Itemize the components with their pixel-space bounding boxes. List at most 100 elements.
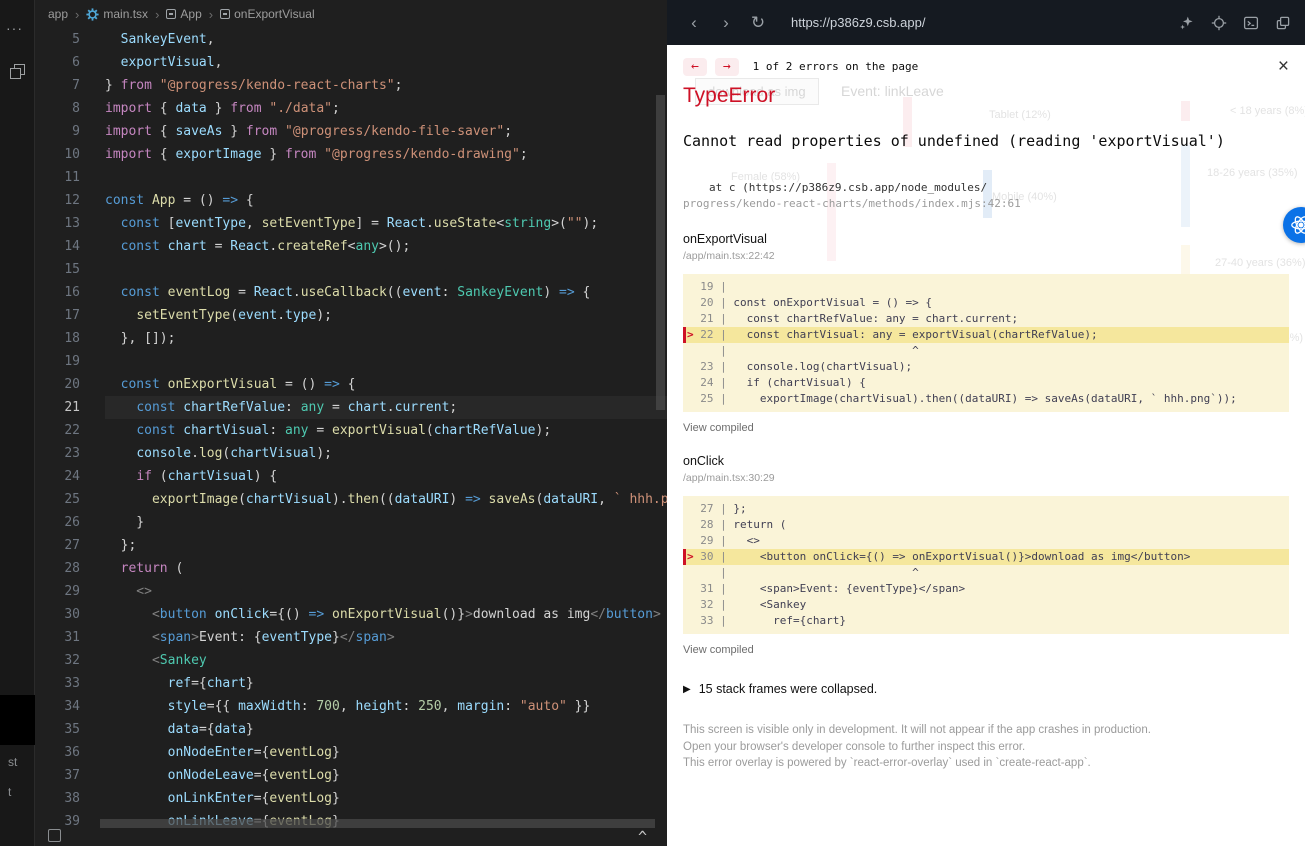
line-number[interactable]: 18 (35, 327, 80, 350)
code-line[interactable]: <Sankey (105, 649, 667, 672)
line-number[interactable]: 15 (35, 258, 80, 281)
forward-button[interactable]: › (713, 14, 739, 31)
code-line[interactable]: } from "@progress/kendo-react-charts"; (105, 74, 667, 97)
code-line[interactable]: <span>Event: {eventType}</span> (105, 626, 667, 649)
breadcrumb-item-function-symbol[interactable]: onExportVisual (220, 7, 315, 21)
line-number[interactable]: 28 (35, 557, 80, 580)
code-line[interactable]: import { data } from "./data"; (105, 97, 667, 120)
code-line[interactable]: const onExportVisual = () => { (105, 373, 667, 396)
breadcrumb-item-app[interactable]: app (48, 7, 68, 21)
line-number[interactable]: 33 (35, 672, 80, 695)
code-line[interactable]: SankeyEvent, (105, 28, 667, 51)
code-line[interactable]: import { saveAs } from "@progress/kendo-… (105, 120, 667, 143)
url-bar[interactable]: https://p386z9.csb.app/ (791, 15, 1173, 30)
code-line[interactable]: onNodeLeave={eventLog} (105, 764, 667, 787)
line-number[interactable]: 26 (35, 511, 80, 534)
line-number[interactable]: 29 (35, 580, 80, 603)
line-number[interactable]: 23 (35, 442, 80, 465)
code-block: 19 | 20 | const onExportVisual = () => {… (683, 274, 1289, 412)
code-line[interactable]: setEventType(event.type); (105, 304, 667, 327)
line-number[interactable]: 11 (35, 166, 80, 189)
line-number[interactable]: 22 (35, 419, 80, 442)
line-number[interactable]: 5 (35, 28, 80, 51)
collapse-chevron-icon[interactable]: ^ (638, 828, 647, 846)
line-number[interactable]: 30 (35, 603, 80, 626)
code-line[interactable]: exportVisual, (105, 51, 667, 74)
breadcrumb-item-app-symbol[interactable]: App (166, 7, 201, 21)
code-line[interactable] (105, 350, 667, 373)
collapsed-frames-toggle[interactable]: ▶ 15 stack frames were collapsed. (683, 682, 1289, 696)
code-line[interactable]: const eventLog = React.useCallback((even… (105, 281, 667, 304)
line-number[interactable]: 31 (35, 626, 80, 649)
line-number[interactable]: 24 (35, 465, 80, 488)
line-number[interactable]: 14 (35, 235, 80, 258)
code-line[interactable]: if (chartVisual) { (105, 465, 667, 488)
back-button[interactable]: ‹ (681, 14, 707, 31)
code-line[interactable]: const chartVisual: any = exportVisual(ch… (105, 419, 667, 442)
code-line[interactable]: onLinkEnter={eventLog} (105, 787, 667, 810)
line-number[interactable]: 8 (35, 97, 80, 120)
code-frame-line: 27 | }; (683, 501, 1289, 517)
code-line[interactable]: onNodeEnter={eventLog} (105, 741, 667, 764)
code-line[interactable]: } (105, 511, 667, 534)
code-line[interactable]: return ( (105, 557, 667, 580)
line-number[interactable]: 10 (35, 143, 80, 166)
code-line[interactable]: const chart = React.createRef<any>(); (105, 235, 667, 258)
code-line[interactable]: }, []); (105, 327, 667, 350)
toolbar-actions (1179, 15, 1291, 31)
breadcrumb-item-file[interactable]: main.tsx (86, 7, 148, 21)
code-editor[interactable]: 5678910111213141516171819202122232425262… (35, 28, 667, 846)
prev-error-button[interactable]: ← (683, 58, 707, 76)
code-line[interactable] (105, 258, 667, 281)
next-error-button[interactable]: → (715, 58, 739, 76)
code-line[interactable]: data={data} (105, 718, 667, 741)
line-number[interactable]: 13 (35, 212, 80, 235)
line-number[interactable]: 27 (35, 534, 80, 557)
popout-icon[interactable] (1275, 15, 1291, 31)
code-line[interactable]: const App = () => { (105, 189, 667, 212)
reload-button[interactable]: ↻ (745, 14, 771, 31)
line-number[interactable]: 12 (35, 189, 80, 212)
code-line[interactable]: const chartRefValue: any = chart.current… (105, 396, 667, 419)
line-number[interactable]: 7 (35, 74, 80, 97)
triangle-right-icon: ▶ (683, 684, 691, 695)
line-number[interactable]: 19 (35, 350, 80, 373)
breadcrumb-label: onExportVisual (234, 7, 315, 21)
code-line[interactable]: style={{ maxWidth: 700, height: 250, mar… (105, 695, 667, 718)
line-number[interactable]: 35 (35, 718, 80, 741)
line-number[interactable]: 37 (35, 764, 80, 787)
console-icon[interactable] (1243, 15, 1259, 31)
code-line[interactable]: console.log(chartVisual); (105, 442, 667, 465)
code-line[interactable] (105, 166, 667, 189)
line-number[interactable]: 21 (35, 396, 80, 419)
sparkle-icon[interactable] (1179, 15, 1195, 31)
view-compiled-link[interactable]: View compiled (683, 422, 1289, 434)
target-icon[interactable] (1211, 15, 1227, 31)
code-line[interactable]: ref={chart} (105, 672, 667, 695)
restore-layout-icon[interactable] (10, 64, 25, 79)
line-number[interactable]: 6 (35, 51, 80, 74)
line-number[interactable]: 16 (35, 281, 80, 304)
activity-bar-label: st (8, 755, 34, 769)
line-number[interactable]: 34 (35, 695, 80, 718)
line-number[interactable]: 38 (35, 787, 80, 810)
code-line[interactable]: <> (105, 580, 667, 603)
line-number[interactable]: 36 (35, 741, 80, 764)
overflow-menu-icon[interactable]: ··· (6, 20, 23, 36)
code-line[interactable]: const [eventType, setEventType] = React.… (105, 212, 667, 235)
code-lines: SankeyEvent, exportVisual,} from "@progr… (105, 28, 667, 846)
editor-corner-button[interactable] (48, 829, 61, 842)
view-compiled-link[interactable]: View compiled (683, 644, 1289, 656)
line-number[interactable]: 20 (35, 373, 80, 396)
code-line[interactable]: import { exportImage } from "@progress/k… (105, 143, 667, 166)
close-icon[interactable]: × (1278, 57, 1289, 76)
code-line[interactable]: }; (105, 534, 667, 557)
line-number[interactable]: 9 (35, 120, 80, 143)
code-line[interactable]: <button onClick={() => onExportVisual()}… (105, 603, 667, 626)
line-number[interactable]: 25 (35, 488, 80, 511)
line-number[interactable]: 17 (35, 304, 80, 327)
code-line[interactable]: exportImage(chartVisual).then((dataURI) … (105, 488, 667, 511)
horizontal-scrollbar[interactable] (100, 819, 655, 828)
line-number[interactable]: 32 (35, 649, 80, 672)
vertical-scrollbar[interactable] (656, 95, 665, 410)
